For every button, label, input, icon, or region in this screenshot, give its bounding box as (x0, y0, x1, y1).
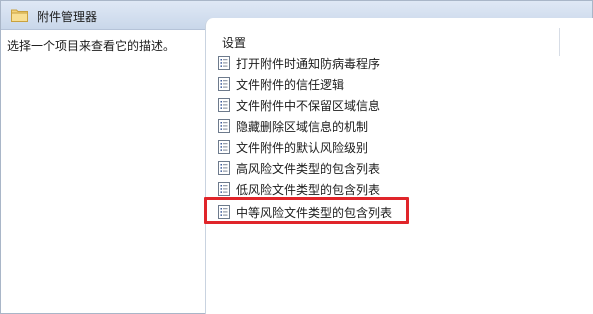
column-header-settings[interactable]: 设置 (222, 34, 246, 51)
list-item-label: 低风险文件类型的包含列表 (236, 182, 381, 197)
highlight-box (204, 197, 409, 224)
policy-setting-icon (218, 182, 230, 196)
policy-setting-icon (218, 77, 230, 91)
list-item[interactable]: 打开附件时通知防病毒程序 (218, 53, 380, 73)
list-item[interactable]: 文件附件中不保留区域信息 (218, 95, 380, 115)
list-item-label: 高风险文件类型的包含列表 (236, 161, 381, 176)
policy-setting-icon (218, 56, 230, 70)
list-item[interactable]: 文件附件的信任逻辑 (218, 74, 344, 94)
list-item-label: 隐藏删除区域信息的机制 (236, 119, 369, 134)
description-text: 选择一个项目来查看它的描述。 (7, 39, 176, 53)
list-item-label: 文件附件中不保留区域信息 (236, 98, 381, 113)
policy-setting-icon (218, 161, 230, 175)
column-divider[interactable] (559, 28, 560, 56)
list-item-label: 文件附件的默认风险级别 (236, 140, 369, 155)
list-item[interactable]: 高风险文件类型的包含列表 (218, 158, 380, 178)
list-item-label: 文件附件的信任逻辑 (236, 77, 345, 92)
policy-setting-icon (218, 119, 230, 133)
folder-icon (11, 9, 28, 22)
list-item[interactable]: 文件附件的默认风险级别 (218, 137, 368, 157)
list-item-label: 打开附件时通知防病毒程序 (236, 56, 381, 71)
list-item[interactable]: 隐藏删除区域信息的机制 (218, 116, 368, 136)
header-title: 附件管理器 (37, 10, 98, 24)
settings-list-pane: 设置 打开附件时通知防病毒程序 文件附件的信任逻辑 文件附件中不保留区域信息 隐… (205, 18, 593, 314)
policy-setting-icon (218, 98, 230, 112)
policy-setting-icon (218, 140, 230, 154)
list-item[interactable]: 低风险文件类型的包含列表 (218, 179, 380, 199)
